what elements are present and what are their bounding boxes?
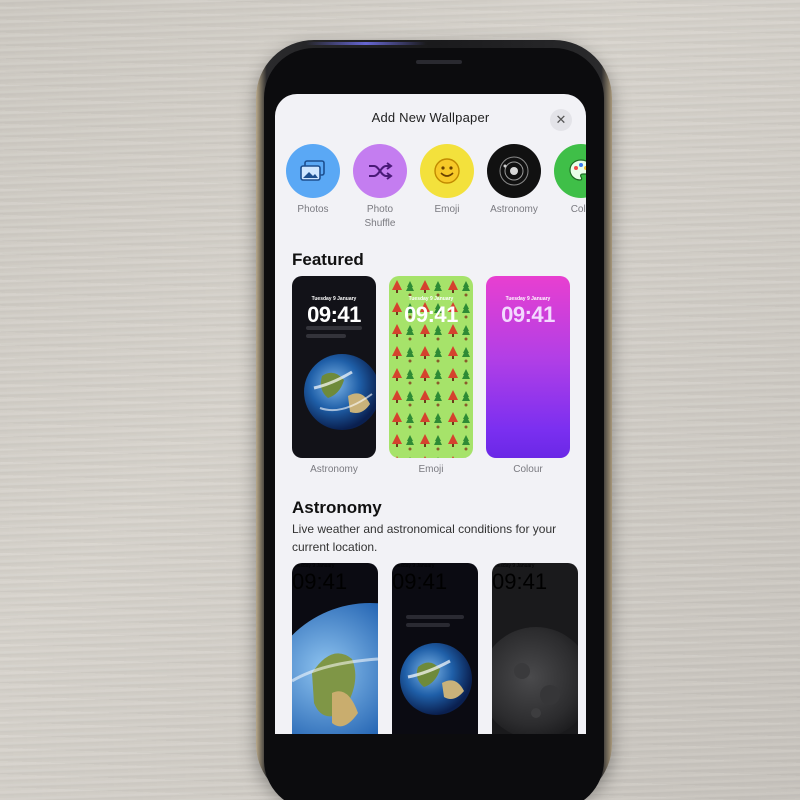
astronomy-card-earth[interactable]: Tuesday 9 January 09:41 — [392, 563, 478, 734]
camera-glint — [306, 42, 426, 45]
astronomy-card-earth-closeup[interactable]: Tuesday 9 January 09:41 — [292, 563, 378, 734]
astronomy-icon — [487, 144, 541, 198]
emoji-icon — [420, 144, 474, 198]
earth-closeup-image — [292, 603, 378, 734]
category-label: Photos — [297, 204, 329, 215]
moon-image — [492, 627, 578, 734]
lock-time: 09:41 — [404, 302, 458, 327]
featured-card-label: Colour — [513, 464, 543, 475]
shuffle-icon — [353, 144, 407, 198]
lock-time: 09:41 — [307, 302, 361, 327]
featured-card-emoji[interactable]: Tuesday 9 January 09:41 — [389, 276, 473, 458]
lock-time: 09:41 — [501, 302, 555, 327]
featured-card-colour[interactable]: Tuesday 9 January 09:41 — [486, 276, 570, 458]
featured-card-label: Emoji — [418, 464, 444, 475]
featured-card-label: Astronomy — [310, 464, 358, 475]
featured-section-title: Featured — [292, 250, 364, 269]
category-label: Emoji — [434, 204, 460, 215]
sheet-title: Add New Wallpaper — [371, 110, 490, 125]
photos-icon — [286, 144, 340, 198]
astronomy-section-title: Astronomy — [292, 498, 382, 517]
category-label: Colo — [570, 204, 586, 215]
color-palette-icon — [554, 144, 586, 198]
close-button[interactable]: ✕ — [550, 109, 572, 131]
close-icon: ✕ — [555, 112, 567, 127]
earth-image — [400, 615, 472, 715]
category-astronomy[interactable]: Astronomy — [481, 144, 547, 217]
category-emoji[interactable]: Emoji — [414, 144, 480, 217]
astronomy-card-moon[interactable]: Tuesday 9 January 09:41 — [492, 563, 578, 734]
category-photos[interactable]: Photos — [280, 144, 346, 217]
category-colour[interactable]: Colo — [548, 144, 586, 217]
wallpaper-category-row[interactable]: Photos Photo Shuffle Emoji Astronomy Col — [286, 144, 586, 234]
category-label: Photo Shuffle — [364, 204, 396, 229]
astronomy-section-description: Live weather and astronomical conditions… — [292, 522, 557, 554]
add-wallpaper-sheet: Add New Wallpaper ✕ Photos Photo Shuffle… — [275, 94, 586, 734]
category-label: Astronomy — [490, 204, 538, 215]
category-photo-shuffle[interactable]: Photo Shuffle — [347, 144, 413, 231]
featured-card-astronomy[interactable]: Tuesday 9 January 09:41 — [292, 276, 376, 458]
earpiece-speaker — [416, 60, 462, 64]
